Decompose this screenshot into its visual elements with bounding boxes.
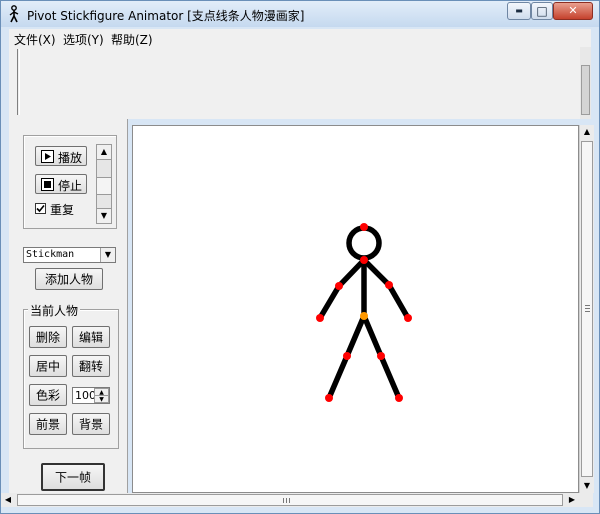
maximize-icon: □	[536, 4, 548, 18]
play-button[interactable]: 播放	[35, 146, 87, 166]
repeat-checkbox[interactable]	[35, 203, 46, 214]
stickman-right-forearm[interactable]	[386, 282, 411, 321]
frame-strip-scroll-thumb[interactable]	[581, 65, 590, 115]
joint-head-top[interactable]	[360, 223, 368, 231]
back-label: 背景	[78, 417, 103, 432]
edit-label: 编辑	[78, 330, 103, 345]
canvas-vscroll-thumb[interactable]	[581, 141, 593, 477]
minimize-icon: ▬	[515, 6, 523, 15]
scroll-up-arrow-icon[interactable]: ▲	[97, 145, 111, 160]
maximize-button[interactable]: □	[531, 2, 553, 20]
back-button[interactable]: 背景	[72, 413, 110, 435]
joint-left-knee[interactable]	[343, 352, 351, 360]
next-frame-button[interactable]: 下一帧	[41, 463, 105, 491]
play-icon	[41, 150, 54, 163]
close-button[interactable]: ✕	[553, 2, 593, 20]
stickman-figure[interactable]	[133, 126, 578, 492]
stickman-left-forearm[interactable]	[317, 283, 342, 321]
center-label: 居中	[35, 359, 60, 374]
joint-right-knee[interactable]	[377, 352, 385, 360]
canvas-horizontal-scrollbar[interactable]: ◀ ▶	[1, 493, 593, 507]
menu-help[interactable]: 帮助(Z)	[111, 31, 153, 48]
menu-bar: 文件(X) 选项(Y) 帮助(Z)	[9, 29, 591, 47]
stickman-head[interactable]	[346, 225, 382, 261]
stickman-left-thigh[interactable]	[344, 313, 367, 359]
flip-button[interactable]: 翻转	[72, 355, 110, 377]
stop-button[interactable]: 停止	[35, 174, 87, 194]
close-icon: ✕	[568, 4, 578, 17]
stickman-right-shin[interactable]	[378, 353, 402, 401]
app-window: Pivot Stickfigure Animator [支点线条人物漫画家] ▬…	[0, 0, 600, 514]
checkmark-icon	[36, 204, 45, 213]
repeat-label: 重复	[50, 203, 75, 217]
canvas-vertical-scrollbar[interactable]: ▲ ▼	[579, 125, 594, 493]
current-figure-group: 当前人物 删除 编辑 居中 翻转 色彩 100 ▲ ▼ 前景 背景	[23, 302, 119, 449]
flip-label: 翻转	[78, 359, 103, 374]
joint-center-hip[interactable]	[360, 312, 368, 320]
frame-strip-scrollbar[interactable]	[580, 47, 591, 119]
minimize-button[interactable]: ▬	[507, 2, 531, 20]
menu-file[interactable]: 文件(X)	[14, 31, 56, 48]
scroll-down-arrow-icon[interactable]: ▼	[97, 208, 111, 223]
joint-right-hand[interactable]	[404, 314, 412, 322]
color-button[interactable]: 色彩	[29, 384, 67, 406]
edit-button[interactable]: 编辑	[72, 326, 110, 348]
hscroll-right-icon[interactable]: ▶	[565, 493, 579, 507]
speed-scroll-thumb[interactable]	[97, 177, 111, 195]
figure-type-select[interactable]: Stickman ▼	[23, 247, 116, 263]
stickman-left-shin[interactable]	[326, 353, 350, 401]
playback-group: 播放 停止 重复 ▲ ▼	[23, 135, 117, 229]
stickman-app-icon	[9, 5, 19, 23]
center-button[interactable]: 居中	[29, 355, 67, 377]
drawing-canvas[interactable]	[132, 125, 579, 493]
current-figure-title: 当前人物	[28, 302, 81, 319]
joint-left-foot[interactable]	[325, 394, 333, 402]
play-label: 播放	[58, 151, 83, 165]
chevron-down-icon[interactable]: ▼	[100, 248, 115, 262]
add-figure-button[interactable]: 添加人物	[35, 268, 103, 290]
frame-strip[interactable]	[9, 47, 591, 119]
front-button[interactable]: 前景	[29, 413, 67, 435]
canvas-hscroll-thumb[interactable]	[17, 494, 563, 506]
hscroll-left-icon[interactable]: ◀	[1, 493, 15, 507]
stop-icon	[41, 178, 54, 191]
add-figure-label: 添加人物	[44, 272, 93, 287]
size-value: 100	[75, 389, 96, 402]
color-label: 色彩	[35, 388, 60, 403]
stickman-right-upper-arm[interactable]	[361, 257, 392, 288]
delete-button[interactable]: 删除	[29, 326, 67, 348]
delete-label: 删除	[35, 330, 60, 345]
frame-strip-divider	[17, 49, 20, 115]
joint-right-elbow[interactable]	[385, 281, 393, 289]
title-bar[interactable]: Pivot Stickfigure Animator [支点线条人物漫画家] ▬…	[1, 1, 599, 27]
joint-right-foot[interactable]	[395, 394, 403, 402]
window-title: Pivot Stickfigure Animator [支点线条人物漫画家]	[27, 9, 305, 23]
menu-options[interactable]: 选项(Y)	[63, 31, 104, 48]
figure-type-value: Stickman	[26, 249, 75, 260]
stop-label: 停止	[58, 179, 83, 193]
front-label: 前景	[35, 417, 60, 432]
size-spinner[interactable]: 100 ▲ ▼	[72, 387, 110, 404]
vscroll-down-icon[interactable]: ▼	[580, 479, 594, 493]
joint-left-hand[interactable]	[316, 314, 324, 322]
vscroll-up-icon[interactable]: ▲	[580, 125, 594, 139]
joint-neck[interactable]	[360, 256, 368, 264]
joint-left-elbow[interactable]	[335, 282, 343, 290]
stickman-left-upper-arm[interactable]	[336, 257, 367, 289]
stickman-right-thigh[interactable]	[361, 313, 384, 359]
control-panel: 播放 停止 重复 ▲ ▼ Stickman ▼ 添加人物 当前人物 删除 编辑 …	[9, 119, 128, 493]
spin-down-icon[interactable]: ▼	[94, 395, 109, 403]
next-frame-label: 下一帧	[54, 470, 91, 485]
speed-scrollbar[interactable]: ▲ ▼	[96, 144, 112, 224]
